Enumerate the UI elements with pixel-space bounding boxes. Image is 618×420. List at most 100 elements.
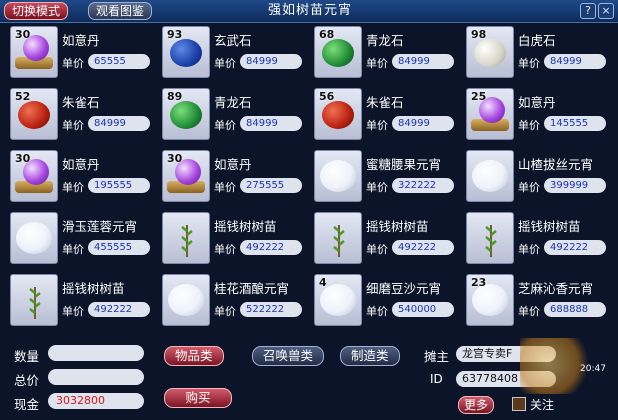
price-label: 单价 <box>62 57 84 70</box>
item-slot[interactable]: 30 如意丹 单价 275555 <box>156 148 304 206</box>
price-value: 275555 <box>240 178 302 193</box>
yuanxiao-icon[interactable] <box>10 212 58 264</box>
price-value: 65555 <box>88 54 150 69</box>
category-items-tab[interactable]: 物品类 <box>164 346 224 366</box>
item-name: 芝麻沁香元宵 <box>518 281 594 296</box>
cash-field: 3032800 <box>48 393 144 409</box>
item-quantity: 4 <box>319 276 327 289</box>
item-name: 摇钱树树苗 <box>214 219 277 234</box>
item-quantity: 23 <box>471 276 487 289</box>
red-stone-icon[interactable]: 52 <box>10 88 58 140</box>
quantity-input[interactable] <box>48 345 144 361</box>
price-value: 399999 <box>544 178 606 193</box>
follow-checkbox[interactable] <box>512 397 526 411</box>
item-name: 如意丹 <box>214 157 252 172</box>
help-icon[interactable]: ? <box>580 3 596 19</box>
seller-label: 摊主 <box>424 349 450 364</box>
more-button[interactable]: 更多 <box>458 396 494 414</box>
price-value: 322222 <box>392 178 454 193</box>
id-label: ID <box>430 372 443 386</box>
item-name: 青龙石 <box>366 33 404 48</box>
item-slot[interactable]: 30 如意丹 单价 195555 <box>4 148 152 206</box>
price-value: 455555 <box>88 240 150 255</box>
item-name: 摇钱树树苗 <box>366 219 429 234</box>
item-slot[interactable]: 4 细磨豆沙元宵 单价 540000 <box>308 272 456 330</box>
item-quantity: 25 <box>471 90 487 103</box>
item-slot[interactable]: 摇钱树树苗 单价 492222 <box>4 272 152 330</box>
price-label: 单价 <box>366 181 388 194</box>
price-value: 84999 <box>392 54 454 69</box>
icon-shape <box>474 39 506 67</box>
sapling-icon[interactable] <box>10 274 58 326</box>
pill-icon[interactable]: 30 <box>162 150 210 202</box>
item-slot[interactable]: 30 如意丹单价 65555 <box>4 24 152 82</box>
price-label: 单价 <box>518 243 540 256</box>
icon-shape <box>472 160 508 192</box>
green-stone-icon[interactable]: 89 <box>162 88 210 140</box>
quantity-label: 数量 <box>14 349 40 364</box>
close-icon[interactable]: × <box>598 3 614 19</box>
item-slot[interactable]: 滑玉莲蓉元宵 单价 455555 <box>4 210 152 268</box>
item-slot[interactable]: 蜜糖腰果元宵 单价 322222 <box>308 148 456 206</box>
yuanxiao-icon[interactable] <box>314 150 362 202</box>
item-slot[interactable]: 93 玄武石 单价 84999 <box>156 24 304 82</box>
price-label: 单价 <box>518 119 540 132</box>
category-pets-tab[interactable]: 召唤兽类 <box>252 346 325 366</box>
item-slot[interactable]: 68 青龙石单价 84999 <box>308 24 456 82</box>
item-slot[interactable]: 23 芝麻沁香元宵 单价 688888 <box>460 272 608 330</box>
price-label: 单价 <box>214 243 236 256</box>
item-slot[interactable]: 56 朱雀石 单价 84999 <box>308 86 456 144</box>
item-quantity: 30 <box>167 152 183 165</box>
item-slot[interactable]: 山楂拔丝元宵 单价 399999 <box>460 148 608 206</box>
price-label: 单价 <box>366 305 388 318</box>
item-slot[interactable]: 52 朱雀石 单价 84999 <box>4 86 152 144</box>
item-name: 如意丹 <box>518 95 556 110</box>
white-stone-icon[interactable]: 98 <box>466 26 514 78</box>
buy-button[interactable]: 购买 <box>164 388 232 408</box>
price-value: 492222 <box>240 240 302 255</box>
cash-label: 现金 <box>14 397 40 412</box>
item-slot[interactable]: 摇钱树树苗 单价 492222 <box>308 210 456 268</box>
item-name: 山楂拔丝元宵 <box>518 157 594 172</box>
item-name: 朱雀石 <box>366 95 404 110</box>
price-value: 84999 <box>544 54 606 69</box>
item-slot[interactable]: 桂花酒酿元宵 单价 522222 <box>156 272 304 330</box>
yuanxiao-icon[interactable]: 4 <box>314 274 362 326</box>
yuanxiao-icon[interactable]: 23 <box>466 274 514 326</box>
sapling-icon[interactable] <box>314 212 362 264</box>
price-value: 688888 <box>544 302 606 317</box>
pill-icon[interactable]: 25 <box>466 88 514 140</box>
category-craft-tab[interactable]: 制造类 <box>340 346 400 366</box>
window-title: 强如树苗元宵 <box>267 3 352 18</box>
item-slot[interactable]: 89 青龙石 单价 84999 <box>156 86 304 144</box>
green-stone-icon[interactable]: 68 <box>314 26 362 78</box>
price-label: 单价 <box>62 243 84 256</box>
price-value: 492222 <box>544 240 606 255</box>
item-name: 玄武石 <box>214 33 252 48</box>
sapling-icon[interactable] <box>466 212 514 264</box>
item-name: 滑玉莲蓉元宵 <box>62 219 138 234</box>
item-name: 蜜糖腰果元宵 <box>366 157 442 172</box>
price-value: 84999 <box>240 116 302 131</box>
icon-shape <box>168 284 204 316</box>
sapling-shape <box>485 225 497 257</box>
view-catalog-button[interactable]: 观看图鉴 <box>88 2 153 20</box>
item-name: 如意丹 <box>62 33 100 48</box>
clock-time: 20:47 <box>580 364 606 374</box>
item-slot[interactable]: 摇钱树树苗单价 492222 <box>156 210 304 268</box>
price-label: 单价 <box>366 57 388 70</box>
price-value: 195555 <box>88 178 150 193</box>
item-slot[interactable]: 25 如意丹 单价 145555 <box>460 86 608 144</box>
pill-icon[interactable]: 30 <box>10 150 58 202</box>
sapling-icon[interactable] <box>162 212 210 264</box>
switch-mode-button[interactable]: 切换模式 <box>4 2 69 20</box>
total-label: 总价 <box>14 373 40 388</box>
blue-stone-icon[interactable]: 93 <box>162 26 210 78</box>
yuanxiao-icon[interactable] <box>466 150 514 202</box>
item-slot[interactable]: 98 白虎石 单价 84999 <box>460 24 608 82</box>
item-slot[interactable]: 摇钱树树苗 单价 492222 <box>460 210 608 268</box>
red-stone-icon[interactable]: 56 <box>314 88 362 140</box>
icon-shape <box>320 160 356 192</box>
pill-icon[interactable]: 30 <box>10 26 58 78</box>
yuanxiao-icon[interactable] <box>162 274 210 326</box>
